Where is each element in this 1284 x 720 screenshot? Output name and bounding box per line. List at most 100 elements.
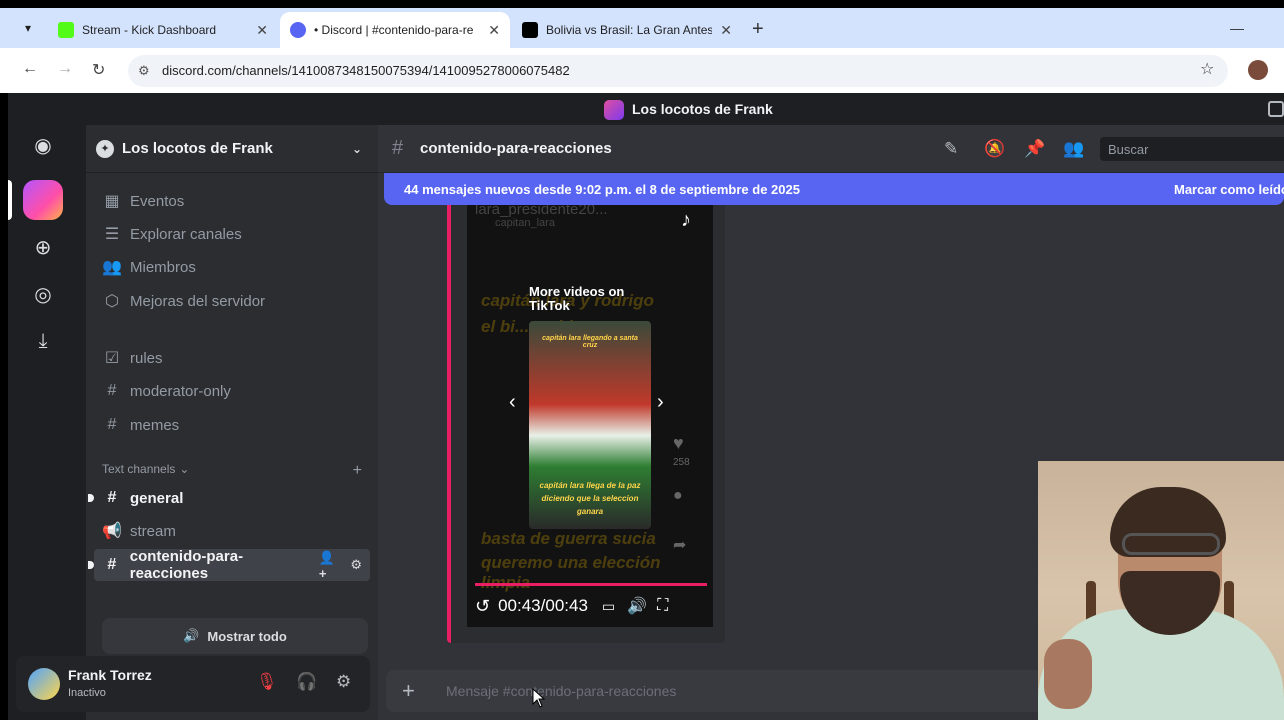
avatar[interactable] <box>28 668 60 700</box>
back-icon[interactable]: ← <box>22 60 38 78</box>
channel-label: contenido-para-reacciones <box>129 548 244 582</box>
forward-icon[interactable]: → <box>57 60 73 78</box>
menu-mejoras-servidor[interactable]: ⬡ Mejoras del servidor <box>94 285 370 317</box>
bookmark-star-icon[interactable]: ☆ <box>1200 59 1214 79</box>
channel-stream[interactable]: 📢 stream <box>94 515 370 547</box>
new-tab-icon[interactable]: + <box>752 18 764 41</box>
like-count: 258 <box>673 457 690 468</box>
discover-icon[interactable]: ◎ <box>23 274 63 314</box>
server-name: Los locotos de Frank <box>122 140 273 157</box>
url-text: discord.com/channels/1410087348150075394… <box>162 63 570 78</box>
channel-sidebar: ✦ Los locotos de Frank ⌄ ▦ Eventos ☰ Exp… <box>86 125 378 720</box>
tiktok-logo-icon: ♪ <box>681 209 691 231</box>
channel-label: general <box>130 489 184 507</box>
headphones-icon[interactable]: 🎧 <box>296 672 317 692</box>
tiktok-video-player[interactable]: lara_presidente20... capitan_lara ♪ capi… <box>467 205 713 627</box>
video-progress-bar[interactable] <box>475 583 707 586</box>
tiktok-embed: lara_presidente20... capitan_lara ♪ capi… <box>447 205 725 643</box>
category-text-channels[interactable]: Text channels ⌄ + <box>102 462 362 480</box>
chevron-down-icon: ⌄ <box>179 462 190 476</box>
gear-icon[interactable]: ⚙ <box>336 672 351 692</box>
mark-as-read-button[interactable]: Marcar como leído <box>1174 182 1284 197</box>
menu-label: Miembros <box>130 258 196 276</box>
fullscreen-icon[interactable]: ⛶ <box>657 597 668 615</box>
captions-icon[interactable]: ▭ <box>602 598 615 615</box>
kick-favicon-icon <box>58 22 74 38</box>
user-panel: Frank Torrez Inactivo 🎙 🎧 ⚙ <box>16 656 370 712</box>
window-title: Los locotos de Frank <box>632 101 773 117</box>
search-input[interactable]: Buscar <box>1100 137 1284 161</box>
menu-eventos[interactable]: ▦ Eventos <box>94 185 370 217</box>
user-name: Frank Torrez <box>68 667 152 683</box>
hash-icon: # <box>107 416 117 433</box>
tiktok-video-thumbnail[interactable]: capitán lara llegando a santa cruz capit… <box>529 321 651 529</box>
menu-label: Eventos <box>130 192 185 210</box>
channel-contenido-para-reacciones[interactable]: # contenido-para-reacciones 👤+ ⚙ <box>88 548 370 582</box>
address-bar[interactable]: ⚙ discord.com/channels/14100873481500753… <box>128 55 1228 87</box>
hash-icon: # <box>107 556 117 573</box>
tab-search-dropdown[interactable]: ▾ <box>14 16 42 40</box>
close-tab-icon[interactable]: ✕ <box>256 22 268 39</box>
video-caption-top: capitán lara llegando a santa cruz <box>542 335 638 349</box>
menu-explorar-canales[interactable]: ☰ Explorar canales <box>94 218 370 250</box>
menu-label: Explorar canales <box>130 225 242 243</box>
add-channel-icon[interactable]: + <box>353 462 362 480</box>
site-info-icon[interactable]: ⚙ <box>138 63 150 79</box>
threads-icon[interactable]: ✎ <box>944 139 958 159</box>
tab-kick-dashboard[interactable]: Stream - Kick Dashboard ✕ <box>48 12 278 48</box>
next-arrow-icon[interactable]: › <box>657 391 664 414</box>
channel-label: rules <box>130 349 163 367</box>
tab-tiktok-bolivia[interactable]: Bolivia vs Brasil: La Gran Antesa ✕ <box>512 12 742 48</box>
menu-label: Mejoras del servidor <box>130 292 266 310</box>
volume-icon[interactable]: 🔊 <box>627 596 647 616</box>
selected-server-pill <box>8 180 12 220</box>
video-controls: ↺ 00:43/00:43 ▭ 🔊 ⛶ <box>475 593 707 619</box>
profile-avatar[interactable] <box>1248 60 1268 80</box>
channel-rules[interactable]: ☑ rules <box>94 342 370 374</box>
rules-icon: ☑ <box>104 350 120 367</box>
tab-title: Bolivia vs Brasil: La Gran Antesa <box>546 23 713 37</box>
user-status: Inactivo <box>68 687 106 699</box>
chevron-down-icon: ⌄ <box>351 141 362 156</box>
add-attachment-icon[interactable]: + <box>402 678 415 704</box>
tiktok-favicon-icon <box>522 22 538 38</box>
share-icon: ➦ <box>673 537 687 554</box>
menu-miembros[interactable]: 👥 Miembros <box>94 251 370 283</box>
calendar-icon: ▦ <box>104 193 120 210</box>
inbox-icon[interactable] <box>1268 101 1284 117</box>
new-messages-banner[interactable]: 44 mensajes nuevos desde 9:02 p.m. el 8 … <box>384 173 1284 205</box>
minimize-icon[interactable]: — <box>1230 20 1244 36</box>
download-icon[interactable]: ⤓ <box>23 321 63 361</box>
discord-titlebar: Los locotos de Frank <box>8 93 1284 125</box>
hash-icon: # <box>107 382 117 399</box>
prev-arrow-icon[interactable]: ‹ <box>509 391 516 414</box>
mic-muted-icon[interactable]: 🎙 <box>256 672 278 692</box>
channel-moderator-only[interactable]: # moderator-only <box>94 375 370 407</box>
reload-icon[interactable]: ↻ <box>92 60 105 80</box>
server-icon-small <box>604 100 624 120</box>
server-header[interactable]: ✦ Los locotos de Frank ⌄ <box>86 125 378 173</box>
channel-memes[interactable]: # memes <box>94 409 370 441</box>
video-time: 00:43/00:43 <box>498 596 588 615</box>
hash-icon: # <box>392 137 404 159</box>
notifications-muted-icon[interactable]: 🔕 <box>984 139 1005 159</box>
pin-icon[interactable]: 📌 <box>1024 139 1045 159</box>
speaker-icon: 🔊 <box>183 628 200 643</box>
channel-general[interactable]: # general <box>88 482 370 514</box>
video-caption-bottom: capitán lara llega de la paz diciendo qu… <box>539 481 641 516</box>
discord-home-icon[interactable]: ◉ <box>23 125 63 165</box>
replay-icon[interactable]: ↺ <box>475 596 490 617</box>
channel-title: contenido-para-reacciones <box>420 140 612 157</box>
show-all-label: Mostrar todo <box>207 628 287 644</box>
server-los-locotos-icon[interactable] <box>23 180 63 220</box>
add-server-icon[interactable]: ⊕ <box>23 227 63 267</box>
channel-label: moderator-only <box>130 382 231 400</box>
close-tab-icon[interactable]: ✕ <box>488 22 500 39</box>
tab-discord[interactable]: • Discord | #contenido-para-re ✕ <box>280 12 510 48</box>
show-all-button[interactable]: 🔊 Mostrar todo <box>102 618 368 654</box>
member-list-icon[interactable]: 👥 <box>1063 139 1084 159</box>
gear-icon[interactable]: ⚙ <box>350 557 362 573</box>
close-tab-icon[interactable]: ✕ <box>720 22 732 39</box>
message-input[interactable]: Mensaje #contenido-para-reacciones <box>446 683 676 699</box>
invite-icon[interactable]: 👤+ <box>319 550 342 581</box>
